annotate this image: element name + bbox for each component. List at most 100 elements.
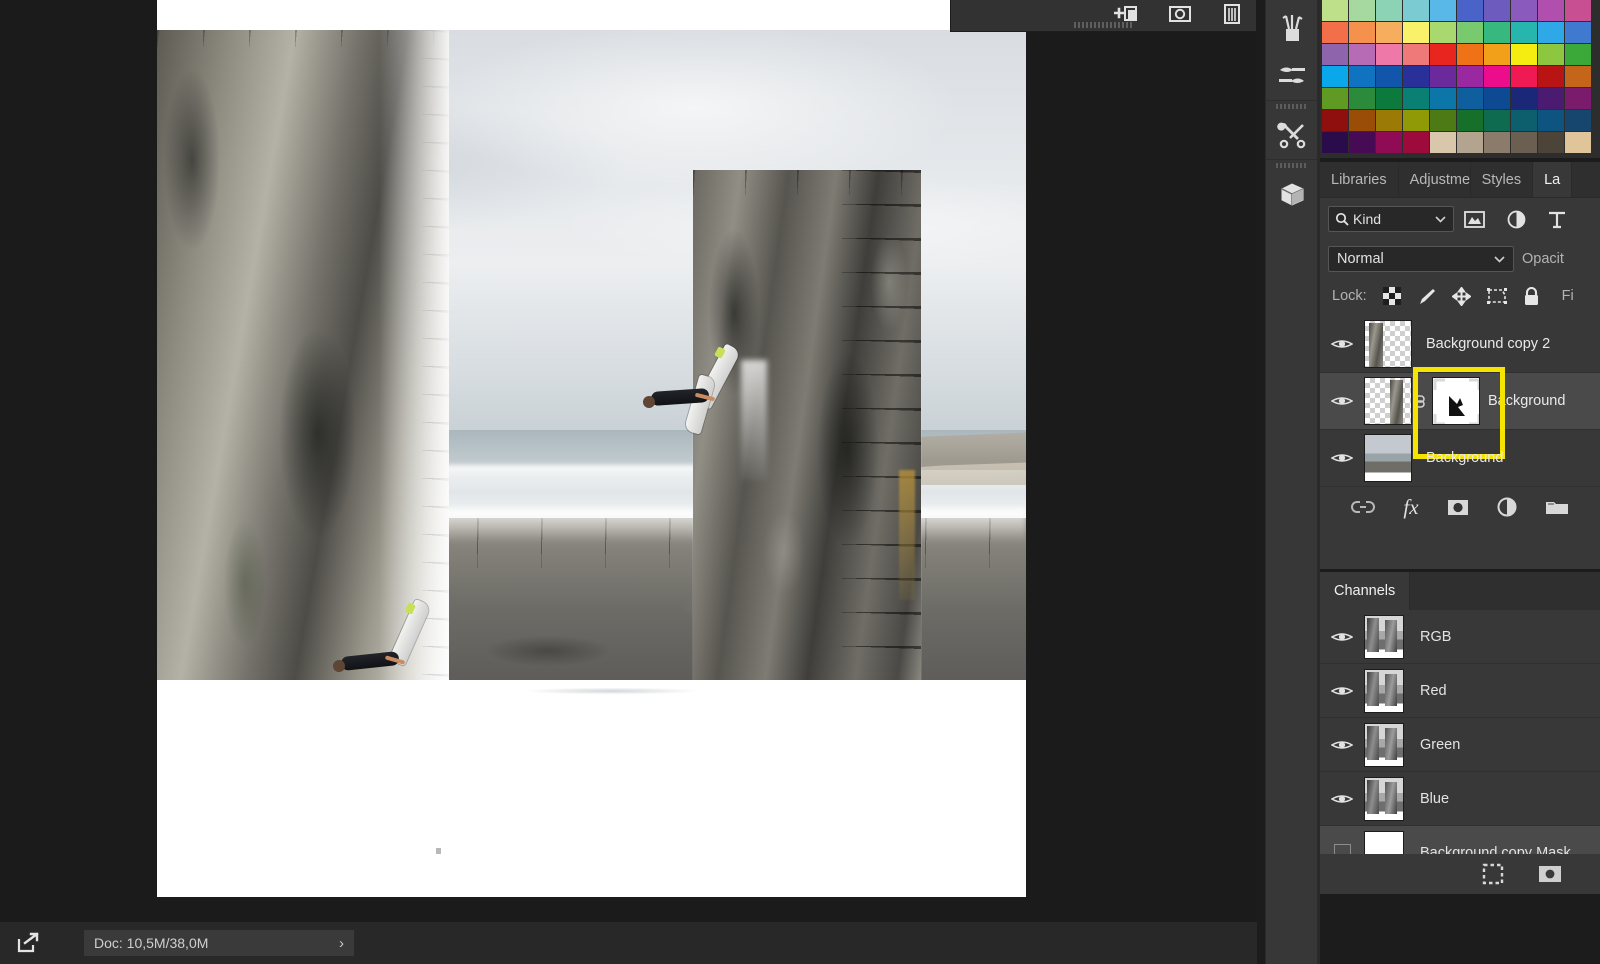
filter-adjustment-layers-icon[interactable] (1507, 210, 1526, 229)
save-selection-as-channel-button[interactable] (1538, 865, 1562, 883)
layer-name[interactable]: Background copy 2 (1426, 336, 1550, 352)
lock-row[interactable]: Lock: (1320, 278, 1600, 314)
color-swatch[interactable] (1430, 66, 1456, 87)
color-swatch[interactable] (1403, 132, 1429, 153)
color-swatch[interactable] (1457, 44, 1483, 65)
color-swatch[interactable] (1322, 44, 1348, 65)
doc-info-chevron-icon[interactable]: › (339, 935, 344, 952)
color-swatch[interactable] (1511, 0, 1537, 21)
layer-visibility-toggle[interactable] (1320, 394, 1364, 408)
color-swatch[interactable] (1376, 66, 1402, 87)
table-row[interactable]: Background (1320, 430, 1600, 487)
color-swatch[interactable] (1430, 22, 1456, 43)
layer-name[interactable]: Background (1426, 450, 1503, 466)
color-swatch[interactable] (1511, 110, 1537, 131)
color-swatch[interactable] (1376, 44, 1402, 65)
color-swatch[interactable] (1457, 0, 1483, 21)
mask-link-icon[interactable] (1415, 393, 1429, 409)
brush-settings-panel-icon[interactable] (1266, 52, 1318, 100)
color-swatch[interactable] (1565, 0, 1591, 21)
color-swatch[interactable] (1349, 66, 1375, 87)
tab-layers[interactable]: La (1533, 162, 1572, 197)
channel-thumbnail[interactable] (1364, 777, 1404, 821)
color-swatch[interactable] (1376, 88, 1402, 109)
color-swatch[interactable] (1403, 66, 1429, 87)
channel-visibility-toggle[interactable] (1320, 792, 1364, 806)
swatches-panel[interactable] (1320, 0, 1600, 158)
color-swatch[interactable] (1538, 22, 1564, 43)
color-swatch[interactable] (1457, 88, 1483, 109)
color-swatch[interactable] (1430, 0, 1456, 21)
chevron-down-icon-blend[interactable] (1494, 255, 1505, 263)
table-row[interactable]: Background copy 2 (1320, 316, 1600, 373)
color-swatch[interactable] (1565, 132, 1591, 153)
color-swatch[interactable] (1484, 88, 1510, 109)
channel-name[interactable]: Blue (1420, 791, 1449, 807)
layers-panel-footer[interactable]: fx (1320, 487, 1600, 527)
color-swatch[interactable] (1349, 88, 1375, 109)
tab-libraries[interactable]: Libraries (1320, 162, 1399, 197)
color-swatch[interactable] (1457, 132, 1483, 153)
color-swatch[interactable] (1484, 66, 1510, 87)
new-group-button[interactable] (1545, 498, 1569, 516)
delete-current-state-button[interactable] (1222, 3, 1242, 25)
history-panel-footer[interactable] (950, 0, 1257, 32)
color-swatch[interactable] (1403, 44, 1429, 65)
layer-thumbnail[interactable] (1364, 377, 1412, 425)
layer-list[interactable]: Background copy 2 (1320, 316, 1600, 487)
color-swatch[interactable] (1349, 22, 1375, 43)
canvas-workspace[interactable]: Doc: 10,5M/38,0M › (0, 0, 1257, 964)
color-swatch[interactable] (1484, 110, 1510, 131)
channels-panel-footer[interactable] (1320, 854, 1600, 894)
color-swatch[interactable] (1538, 132, 1564, 153)
lock-transparent-pixels-icon[interactable] (1383, 287, 1401, 305)
color-swatch[interactable] (1430, 110, 1456, 131)
lock-artboard-nesting-icon[interactable] (1487, 287, 1507, 305)
color-swatch[interactable] (1376, 0, 1402, 21)
color-swatch[interactable] (1457, 22, 1483, 43)
layer-thumbnail[interactable] (1364, 320, 1412, 368)
tab-channels[interactable]: Channels (1320, 572, 1410, 610)
filter-type-layers-icon[interactable] (1548, 210, 1566, 229)
color-swatch[interactable] (1565, 88, 1591, 109)
layer-filter-row[interactable]: Kind (1320, 198, 1600, 240)
color-swatch[interactable] (1349, 44, 1375, 65)
color-swatch[interactable] (1376, 22, 1402, 43)
color-swatch[interactable] (1484, 22, 1510, 43)
color-swatch[interactable] (1322, 66, 1348, 87)
color-swatch[interactable] (1565, 44, 1591, 65)
color-swatch[interactable] (1403, 88, 1429, 109)
layer-type-filter-icons[interactable] (1464, 210, 1566, 229)
color-swatch[interactable] (1538, 66, 1564, 87)
color-swatch[interactable] (1511, 66, 1537, 87)
layer-visibility-toggle[interactable] (1320, 451, 1364, 465)
history-panel-resize-grip[interactable] (1074, 22, 1134, 28)
list-item[interactable]: RGB (1320, 610, 1600, 664)
color-swatch[interactable] (1457, 110, 1483, 131)
list-item[interactable]: Green (1320, 718, 1600, 772)
channel-thumbnail[interactable] (1364, 669, 1404, 713)
tab-styles[interactable]: Styles (1471, 162, 1534, 197)
color-swatch[interactable] (1484, 0, 1510, 21)
collapsed-panel-dock[interactable] (1265, 0, 1317, 964)
color-swatch[interactable] (1511, 132, 1537, 153)
3d-panel-icon[interactable] (1266, 170, 1318, 218)
color-swatch[interactable] (1538, 88, 1564, 109)
color-swatch[interactable] (1322, 0, 1348, 21)
create-new-snapshot-button[interactable] (1168, 4, 1192, 24)
color-swatch[interactable] (1457, 66, 1483, 87)
layer-visibility-toggle[interactable] (1320, 337, 1364, 351)
chevron-down-icon[interactable] (1435, 215, 1446, 223)
layer-name[interactable]: Background (1488, 393, 1565, 409)
color-swatch[interactable] (1349, 132, 1375, 153)
color-swatch[interactable] (1322, 22, 1348, 43)
lock-all-icon[interactable] (1523, 287, 1540, 306)
channel-thumbnail[interactable] (1364, 723, 1404, 767)
channel-visibility-toggle[interactable] (1320, 630, 1364, 644)
color-swatch[interactable] (1565, 22, 1591, 43)
color-swatch[interactable] (1403, 0, 1429, 21)
channels-panel-tabs[interactable]: Channels (1320, 572, 1600, 610)
color-swatch[interactable] (1376, 110, 1402, 131)
share-export-icon[interactable] (16, 932, 40, 954)
lock-image-pixels-icon[interactable] (1417, 287, 1436, 306)
